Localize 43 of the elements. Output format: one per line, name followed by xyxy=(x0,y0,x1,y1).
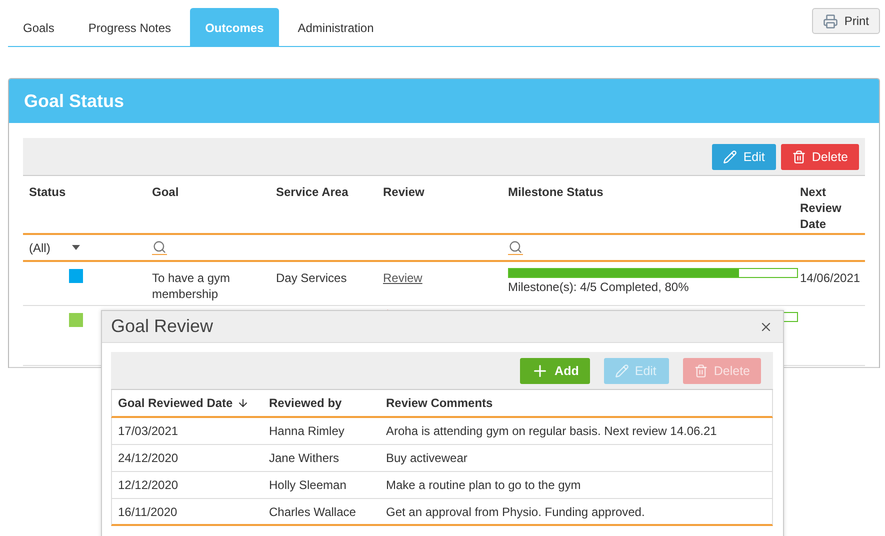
search-icon[interactable] xyxy=(508,240,523,255)
review-link[interactable]: Review xyxy=(383,271,422,285)
column-header[interactable]: Milestone Status xyxy=(502,176,794,240)
table-cell-text: Aroha is attending gym on regular basis. Next review 14.06.21 xyxy=(385,424,718,438)
trash-icon xyxy=(792,150,806,164)
table-cell-text: Get an approval from Physio. Funding approved. xyxy=(385,504,646,518)
search-icon[interactable] xyxy=(152,240,167,255)
column-header[interactable]: Review xyxy=(377,176,502,240)
table-cell-text: 16/11/2020 xyxy=(117,504,178,518)
column-header[interactable]: Goal Reviewed Date xyxy=(112,396,263,410)
milestone-text: Milestone(s): 4/5 Completed, 80% xyxy=(508,279,690,295)
table-cell-text: Day Services xyxy=(275,270,348,287)
dropdown-caret-icon[interactable] xyxy=(72,245,80,250)
table-cell-text: Make a routine plan to go to the gym xyxy=(385,478,582,492)
printer-icon xyxy=(823,14,838,28)
column-header[interactable]: Next Review Date xyxy=(794,176,865,240)
table-cell-text: Charles Wallace xyxy=(268,504,357,518)
pencil-icon xyxy=(723,150,738,164)
status-filter[interactable]: (All) xyxy=(29,240,50,254)
table-cell-text: Jane Withers xyxy=(268,451,340,465)
tab[interactable]: Goals xyxy=(8,8,70,46)
column-header[interactable]: Review Comments xyxy=(380,396,772,410)
table-cell-text: To have a gym membership xyxy=(151,270,232,303)
column-header[interactable]: Service Area xyxy=(270,176,377,240)
tab[interactable]: Progress Notes xyxy=(73,8,186,46)
table-cell-text: Buy activewear xyxy=(385,451,468,465)
dialog-title: Goal Review xyxy=(111,316,214,337)
table-cell-text: 17/03/2021 xyxy=(117,424,180,438)
delete-button[interactable]: Delete xyxy=(780,144,859,170)
panel-title: Goal Status xyxy=(9,79,879,123)
sort-arrow-icon[interactable] xyxy=(236,397,249,409)
table-cell-text: Hanna Rimley xyxy=(268,424,346,438)
print-button[interactable]: Print xyxy=(812,8,880,34)
column-header[interactable]: Status xyxy=(23,176,146,240)
table-cell-text: Holly Sleeman xyxy=(268,478,348,492)
trash-icon xyxy=(694,364,708,378)
pencil-icon xyxy=(614,364,629,378)
table-cell-text: 14/06/2021 xyxy=(799,270,862,287)
tab[interactable]: Administration xyxy=(282,8,389,46)
column-header[interactable]: Goal xyxy=(146,176,270,240)
table-cell-text: 24/12/2020 xyxy=(117,451,180,465)
table-cell-text: 12/12/2020 xyxy=(117,478,180,492)
column-header[interactable]: Reviewed by xyxy=(263,396,380,410)
